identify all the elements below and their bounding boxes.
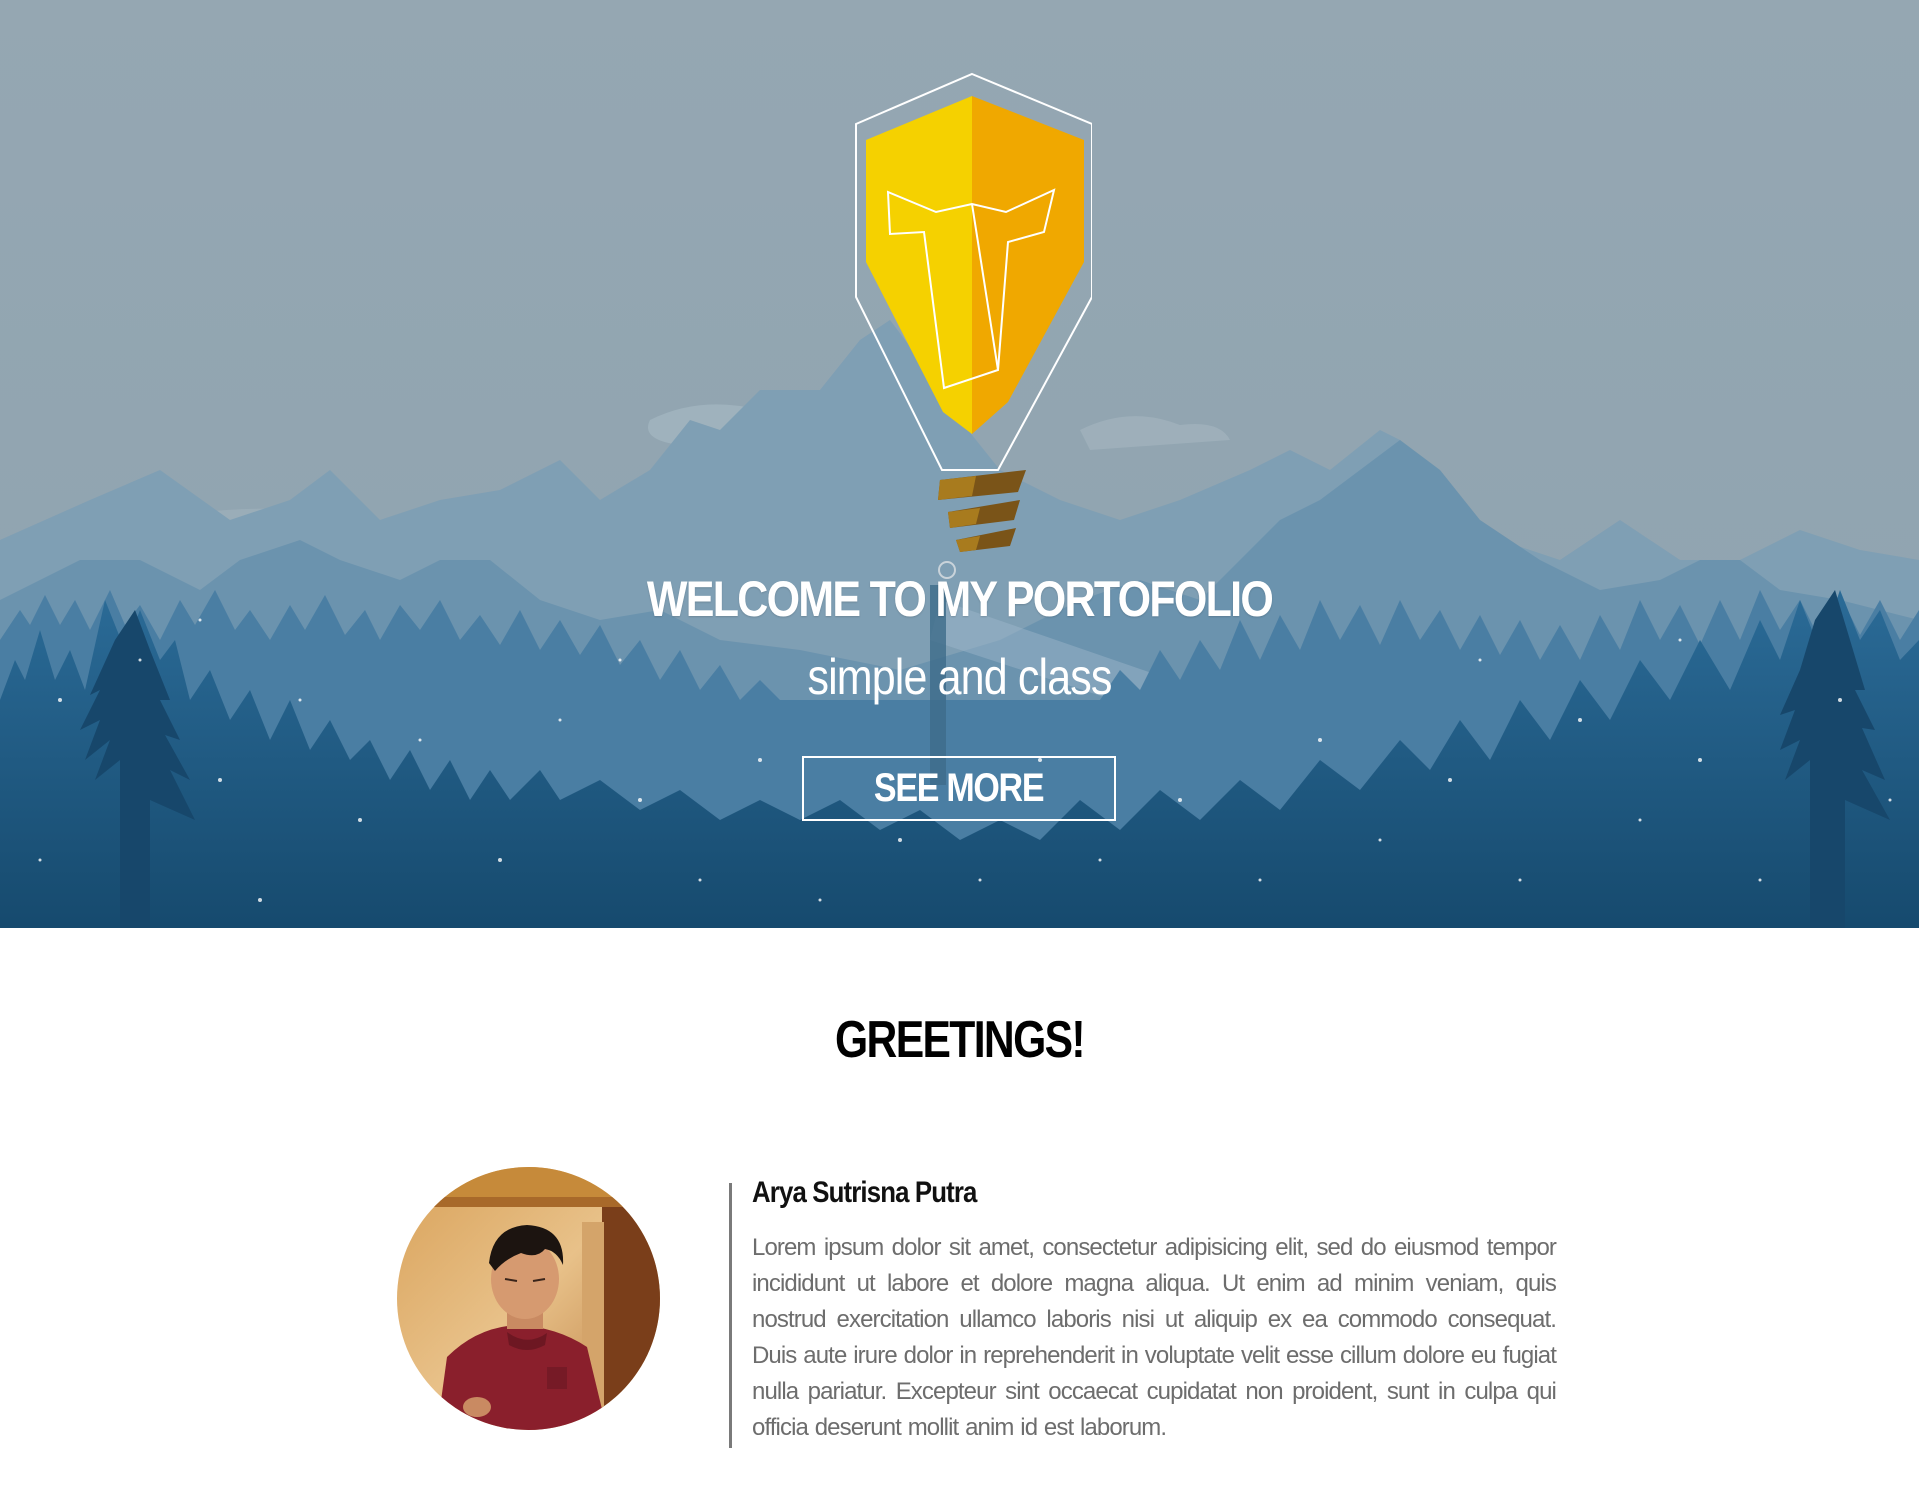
greetings-heading: GREETINGS! (835, 1011, 1086, 1069)
avatar-photo (397, 1167, 660, 1430)
see-more-button[interactable]: SEE MORE (802, 756, 1116, 821)
bio-text: Lorem ipsum dolor sit amet, consectetur … (752, 1234, 1557, 1441)
hero-subtitle: simple and class (807, 649, 1112, 705)
bio-divider (729, 1183, 732, 1448)
hero-section: WELCOME TO MY PORTOFOLIO simple and clas… (0, 0, 1919, 928)
avatar (397, 1167, 660, 1430)
hero-title: WELCOME TO MY PORTOFOLIO (646, 571, 1274, 627)
lightbulb-shield-icon (855, 72, 1092, 552)
bio-name: Arya Sutrisna Putra (752, 1176, 977, 1209)
see-more-label: SEE MORE (874, 766, 1045, 810)
